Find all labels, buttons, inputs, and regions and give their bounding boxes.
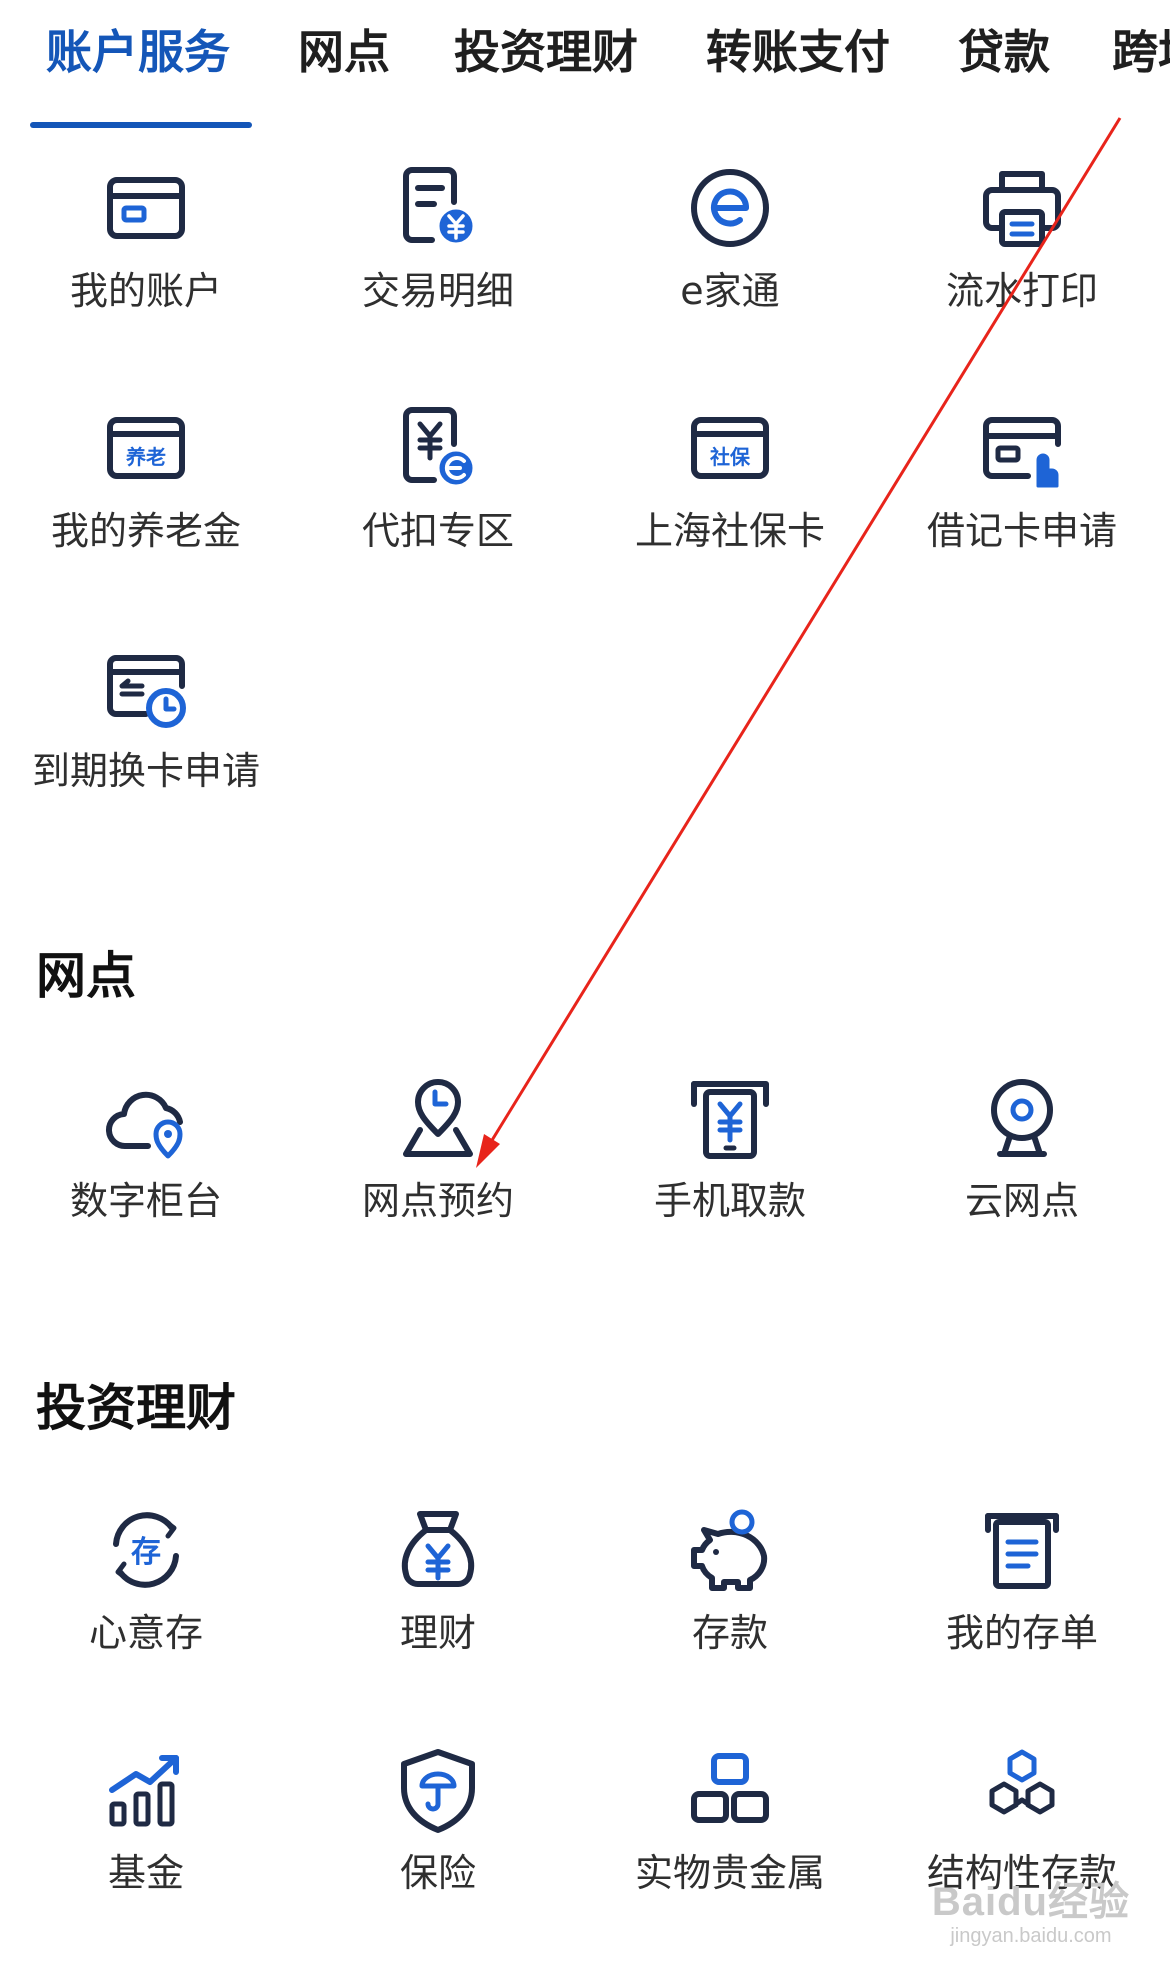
active-tab-indicator	[30, 122, 252, 128]
cloud-location-icon	[96, 1068, 196, 1168]
service-debit-card-apply[interactable]: 借记卡申请	[876, 398, 1168, 598]
tab-investment[interactable]: 投资理财	[454, 22, 638, 82]
invest-heartfelt-deposit[interactable]: 存 心意存	[0, 1500, 292, 1700]
invest-wealth-management[interactable]: 理财	[292, 1500, 584, 1700]
atm-withdraw-icon	[680, 1068, 780, 1168]
branch-cloud-branch[interactable]: 云网点	[876, 1068, 1168, 1268]
invest-deposits[interactable]: 存款	[584, 1500, 876, 1700]
baidu-watermark: Baidu经验 jingyan.baidu.com	[932, 1869, 1130, 1948]
invest-label: 基金	[107, 1851, 184, 1895]
transaction-detail-icon	[388, 158, 488, 258]
social-security-card-icon: 社保	[680, 398, 780, 498]
invest-funds[interactable]: 基金	[0, 1740, 292, 1940]
service-label: e家通	[680, 269, 780, 313]
service-statement-print[interactable]: 流水打印	[876, 158, 1168, 358]
invest-label: 实物贵金属	[634, 1851, 825, 1895]
service-shanghai-social-security[interactable]: 社保 上海社保卡	[584, 398, 876, 598]
branch-label: 手机取款	[653, 1179, 806, 1223]
category-tab-bar: 账户服务 网点 投资理财 转账支付 贷款 跨境	[0, 0, 1170, 130]
branch-label: 网点预约	[361, 1179, 514, 1223]
tab-loans[interactable]: 贷款	[958, 22, 1050, 82]
invest-label: 理财	[399, 1611, 476, 1655]
webcam-icon	[972, 1068, 1072, 1168]
invest-label: 存款	[691, 1611, 768, 1655]
service-transaction-detail[interactable]: 交易明细	[292, 158, 584, 358]
gold-bars-icon	[680, 1740, 780, 1840]
service-card-renewal[interactable]: 到期换卡申请	[0, 638, 292, 838]
piggy-bank-icon	[680, 1500, 780, 1600]
branch-digital-counter[interactable]: 数字柜台	[0, 1068, 292, 1268]
debit-card-apply-icon	[972, 398, 1072, 498]
branch-mobile-withdrawal[interactable]: 手机取款	[584, 1068, 876, 1268]
watermark-site: jingyan.baidu.com	[950, 1925, 1112, 1947]
invest-my-certificates[interactable]: 我的存单	[876, 1500, 1168, 1700]
service-my-account[interactable]: 我的账户	[0, 158, 292, 358]
service-label: 交易明细	[361, 269, 514, 313]
printer-icon	[972, 158, 1072, 258]
invest-label: 我的存单	[945, 1611, 1098, 1655]
hexagons-icon	[972, 1740, 1072, 1840]
money-bag-icon	[388, 1500, 488, 1600]
service-label: 流水打印	[945, 269, 1098, 313]
invest-label: 保险	[399, 1851, 476, 1895]
invest-label: 心意存	[88, 1611, 203, 1655]
pension-card-icon: 养老	[96, 398, 196, 498]
invest-insurance[interactable]: 保险	[292, 1740, 584, 1940]
branch-label: 云网点	[964, 1179, 1079, 1223]
svg-text:社保: 社保	[709, 445, 751, 469]
card-renewal-icon	[96, 638, 196, 738]
branch-appointment[interactable]: 网点预约	[292, 1068, 584, 1268]
service-label: 上海社保卡	[634, 509, 825, 553]
service-label: 到期换卡申请	[31, 749, 260, 793]
service-e-jiatong[interactable]: e家通	[584, 158, 876, 358]
card-icon	[96, 158, 196, 258]
branch-label: 数字柜台	[69, 1179, 222, 1223]
service-auto-debit[interactable]: 代扣专区	[292, 398, 584, 598]
service-label: 借记卡申请	[926, 509, 1117, 553]
svg-text:存: 存	[131, 1535, 161, 1570]
insurance-shield-icon	[388, 1740, 488, 1840]
fund-chart-icon	[96, 1740, 196, 1840]
service-my-pension[interactable]: 养老 我的养老金	[0, 398, 292, 598]
section-title-branch: 网点	[36, 947, 136, 1005]
section-title-investment: 投资理财	[36, 1379, 236, 1437]
auto-debit-icon	[388, 398, 488, 498]
service-label: 我的养老金	[50, 509, 241, 553]
certificate-icon	[972, 1500, 1072, 1600]
tab-branch[interactable]: 网点	[298, 22, 390, 82]
svg-text:养老: 养老	[125, 445, 166, 469]
service-label: 我的账户	[69, 269, 222, 313]
watermark-brand: Baidu经验	[931, 1880, 1130, 1924]
invest-precious-metals[interactable]: 实物贵金属	[584, 1740, 876, 1940]
service-label: 代扣专区	[361, 509, 514, 553]
e-letter-icon	[680, 158, 780, 258]
tab-cross-border[interactable]: 跨境	[1112, 22, 1170, 82]
tab-transfer-payment[interactable]: 转账支付	[706, 22, 890, 82]
location-clock-icon	[388, 1068, 488, 1168]
deposit-cycle-icon: 存	[96, 1500, 196, 1600]
tab-account-services[interactable]: 账户服务	[46, 22, 230, 82]
